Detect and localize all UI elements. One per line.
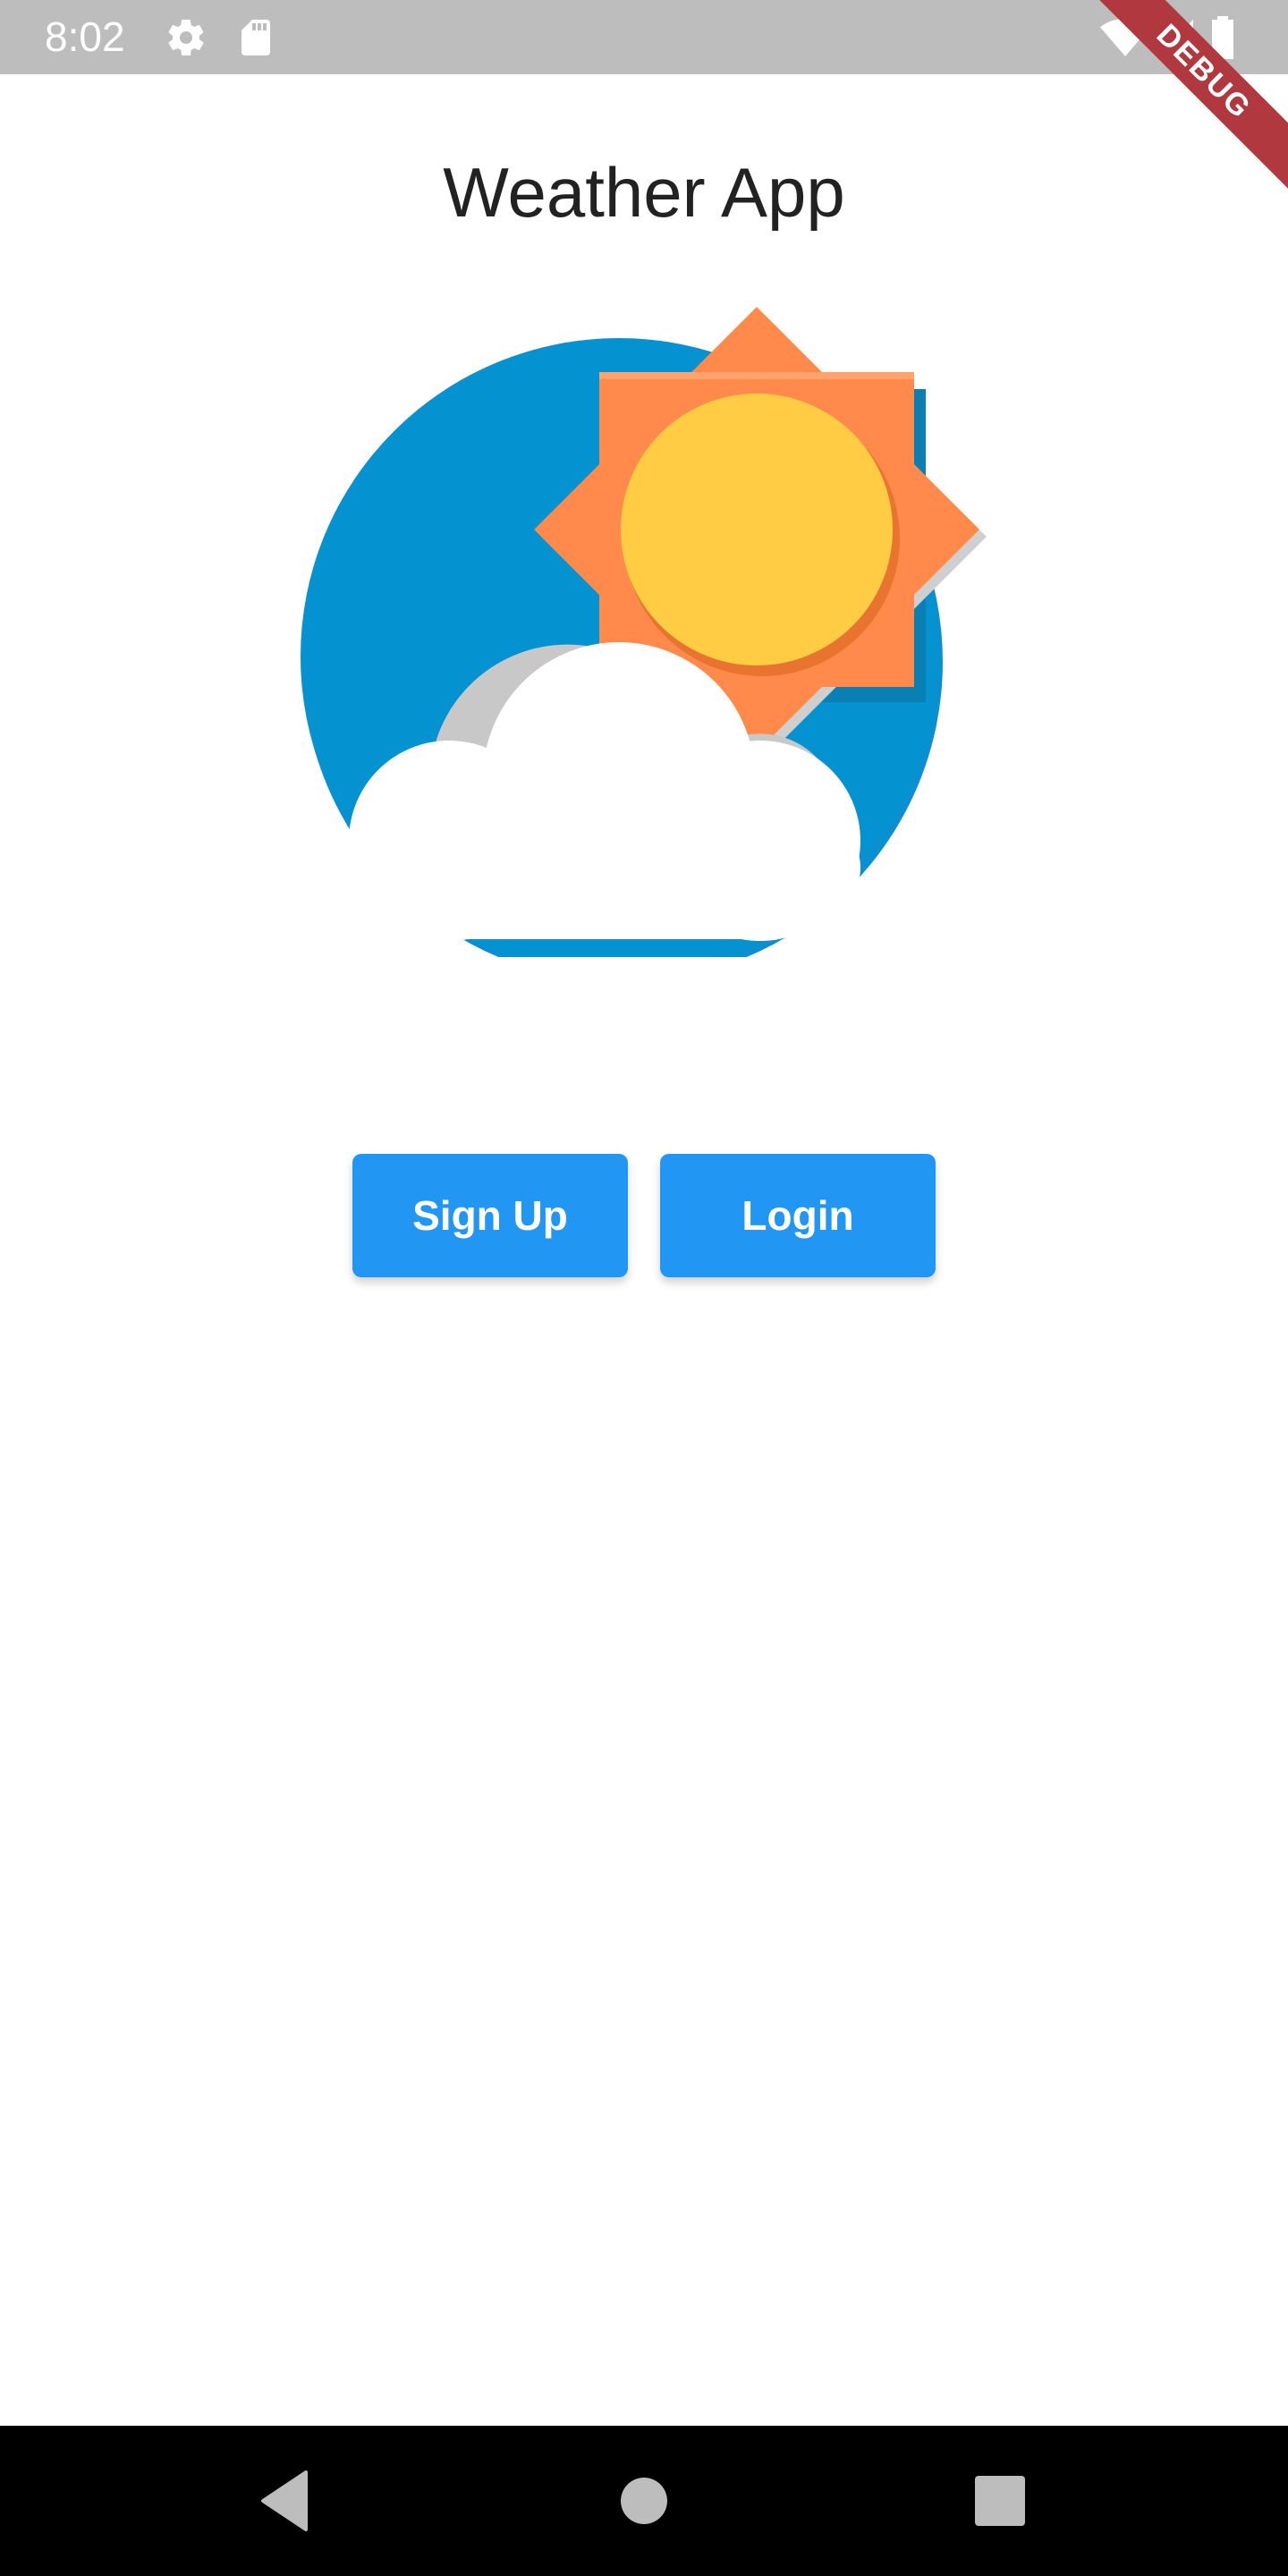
back-icon[interactable] [249,2465,320,2537]
auth-buttons: Sign Up Login [352,1154,936,1277]
sd-card-icon [242,20,270,55]
battery-icon [1212,16,1233,59]
status-time: 8:02 [45,13,125,60]
recents-icon[interactable] [964,2465,1036,2537]
page-title: Weather App [443,153,845,232]
home-icon[interactable] [608,2465,680,2537]
login-button[interactable]: Login [660,1154,936,1277]
navigation-bar [0,2426,1288,2576]
signal-icon [1157,20,1193,55]
status-bar: 8:02 DEBUG [0,0,1288,190]
screen: 8:02 DEBUG Weather App Sign Up Login [0,0,1288,2576]
sun-behind-cloud-icon [301,307,987,957]
sign-up-button[interactable]: Sign Up [352,1154,628,1277]
wifi-icon [1100,19,1150,56]
gear-icon [168,20,204,56]
